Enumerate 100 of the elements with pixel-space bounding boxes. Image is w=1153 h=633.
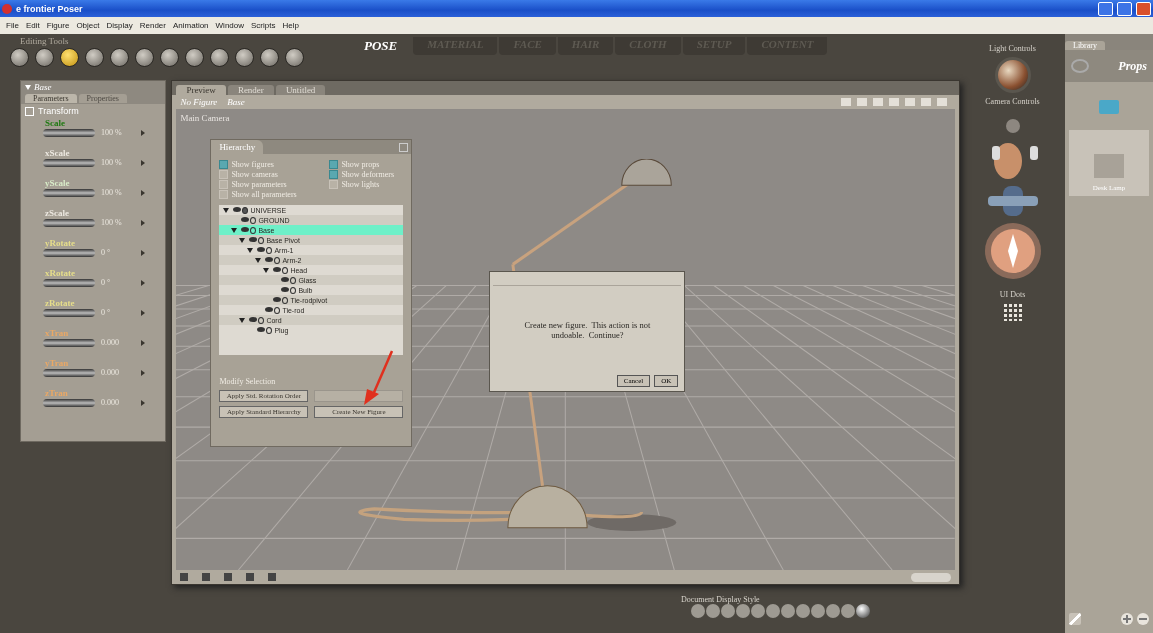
dialog-title: Hierarchy xyxy=(211,140,264,154)
dial-control[interactable] xyxy=(43,158,95,167)
menu-item[interactable]: Help xyxy=(282,21,299,30)
parameter-name: yTran xyxy=(45,358,70,368)
checkbox[interactable] xyxy=(329,180,339,189)
menu-item[interactable]: Animation xyxy=(173,21,209,30)
round-tool-icon[interactable] xyxy=(110,48,129,67)
parameter-name: yScale xyxy=(45,178,71,188)
round-tool-icon[interactable] xyxy=(160,48,179,67)
round-tool-icon[interactable] xyxy=(185,48,204,67)
round-tool-icon[interactable] xyxy=(10,48,29,67)
arrow-icon[interactable] xyxy=(141,369,145,376)
round-tool-icon[interactable] xyxy=(210,48,229,67)
menu-item[interactable]: Display xyxy=(106,21,133,30)
dial-control[interactable] xyxy=(43,368,95,377)
dial-control[interactable] xyxy=(43,248,95,257)
round-tool-icon[interactable] xyxy=(235,48,254,67)
checkbox[interactable] xyxy=(219,160,229,169)
minus-icon[interactable] xyxy=(1137,613,1149,625)
round-tool-icon[interactable] xyxy=(35,48,54,67)
plus-icon[interactable] xyxy=(1121,613,1133,625)
parameter-name: zScale xyxy=(45,208,70,218)
app-icon xyxy=(2,3,12,14)
arrow-icon[interactable] xyxy=(141,279,145,286)
display-style-icon[interactable] xyxy=(706,604,720,618)
display-style-icon[interactable] xyxy=(766,604,780,618)
arrow-icon[interactable] xyxy=(141,189,145,196)
round-tool-icon[interactable] xyxy=(285,48,304,67)
arrow-icon[interactable] xyxy=(141,249,145,256)
display-style-icon[interactable] xyxy=(796,604,810,618)
restore-button[interactable] xyxy=(1117,1,1132,16)
camera-label: Main Camera xyxy=(180,113,230,123)
parameter-name: xRotate xyxy=(45,268,76,278)
arrow-icon[interactable] xyxy=(141,309,145,316)
menu-item[interactable]: Edit xyxy=(25,21,40,30)
menu-item[interactable]: Render xyxy=(139,21,166,30)
arrow-icon[interactable] xyxy=(141,159,145,166)
round-tool-icon[interactable] xyxy=(60,48,79,67)
parameter-name: zTran xyxy=(45,388,69,398)
arrow-icon[interactable] xyxy=(141,129,145,136)
checkbox-label: Show lights xyxy=(341,180,380,189)
minimize-button[interactable] xyxy=(1098,1,1113,16)
group-label: Transform xyxy=(38,106,79,116)
round-tool-icon[interactable] xyxy=(85,48,104,67)
checkbox[interactable] xyxy=(219,180,229,189)
dial-control[interactable] xyxy=(43,398,95,407)
menu-item[interactable]: Figure xyxy=(46,21,70,30)
dial-control[interactable] xyxy=(43,188,95,197)
tab[interactable]: Preview xyxy=(176,85,226,95)
checkbox-label: Show deformers xyxy=(341,170,395,179)
collapse-icon[interactable] xyxy=(25,106,34,116)
section-label: Camera Controls xyxy=(985,97,1040,106)
display-style-icon[interactable] xyxy=(751,604,765,618)
dial-control[interactable] xyxy=(43,128,95,137)
display-style-icon[interactable] xyxy=(811,604,825,618)
parameter-name: yRotate xyxy=(45,238,76,248)
round-tool-icon[interactable] xyxy=(260,48,279,67)
tab[interactable]: Properties xyxy=(78,94,127,103)
section-label: Light Controls xyxy=(989,44,1036,53)
menu-item[interactable]: Window xyxy=(215,21,244,30)
dots-grid-icon[interactable] xyxy=(1002,303,1023,321)
dial-control[interactable] xyxy=(43,308,95,317)
window-title: e frontier Poser xyxy=(16,3,83,14)
tab[interactable]: Parameters xyxy=(25,94,77,103)
round-tool-icon[interactable] xyxy=(135,48,154,67)
ring-icon xyxy=(1071,59,1089,73)
checkbox[interactable] xyxy=(329,160,339,169)
light-sphere-icon[interactable] xyxy=(994,57,1031,93)
section-label: UI Dots xyxy=(999,290,1026,299)
display-style-icon[interactable] xyxy=(721,604,735,618)
checkbox[interactable] xyxy=(219,190,229,199)
display-style-icon[interactable] xyxy=(826,604,840,618)
checkbox-label: Show figures xyxy=(231,160,274,169)
menu-item[interactable]: Scripts xyxy=(251,21,276,30)
checkbox[interactable] xyxy=(329,170,339,179)
thumbnail-placeholder xyxy=(1094,154,1124,178)
dial-control[interactable] xyxy=(43,278,95,287)
menu-item[interactable]: Object xyxy=(76,21,100,30)
display-style-icon[interactable] xyxy=(856,604,870,618)
room-tab[interactable]: POSE xyxy=(350,37,412,55)
dial-control[interactable] xyxy=(43,338,95,347)
arrow-icon[interactable] xyxy=(141,339,145,346)
category-title: Props xyxy=(1118,58,1147,74)
dialog-message: Create new figure. This action is not undoable. Continue? xyxy=(523,320,652,340)
section-label: Document Display Style xyxy=(681,595,760,604)
checkbox-label: Show props xyxy=(341,160,380,169)
checkbox[interactable] xyxy=(219,170,229,179)
display-style-icon[interactable] xyxy=(841,604,855,618)
arrow-icon[interactable] xyxy=(141,219,145,226)
display-style-icon[interactable] xyxy=(781,604,795,618)
display-style-icon[interactable] xyxy=(691,604,705,618)
display-style-icon[interactable] xyxy=(736,604,750,618)
section-label: Modify Selection xyxy=(219,377,276,386)
dots-icon[interactable] xyxy=(911,572,951,582)
dial-control[interactable] xyxy=(43,218,95,227)
parameter-name: xTran xyxy=(45,328,70,338)
parameter-name: zRotate xyxy=(45,298,76,308)
parameter-name: xScale xyxy=(45,148,71,158)
arrow-icon[interactable] xyxy=(141,399,145,406)
menu-item[interactable]: File xyxy=(6,21,19,30)
